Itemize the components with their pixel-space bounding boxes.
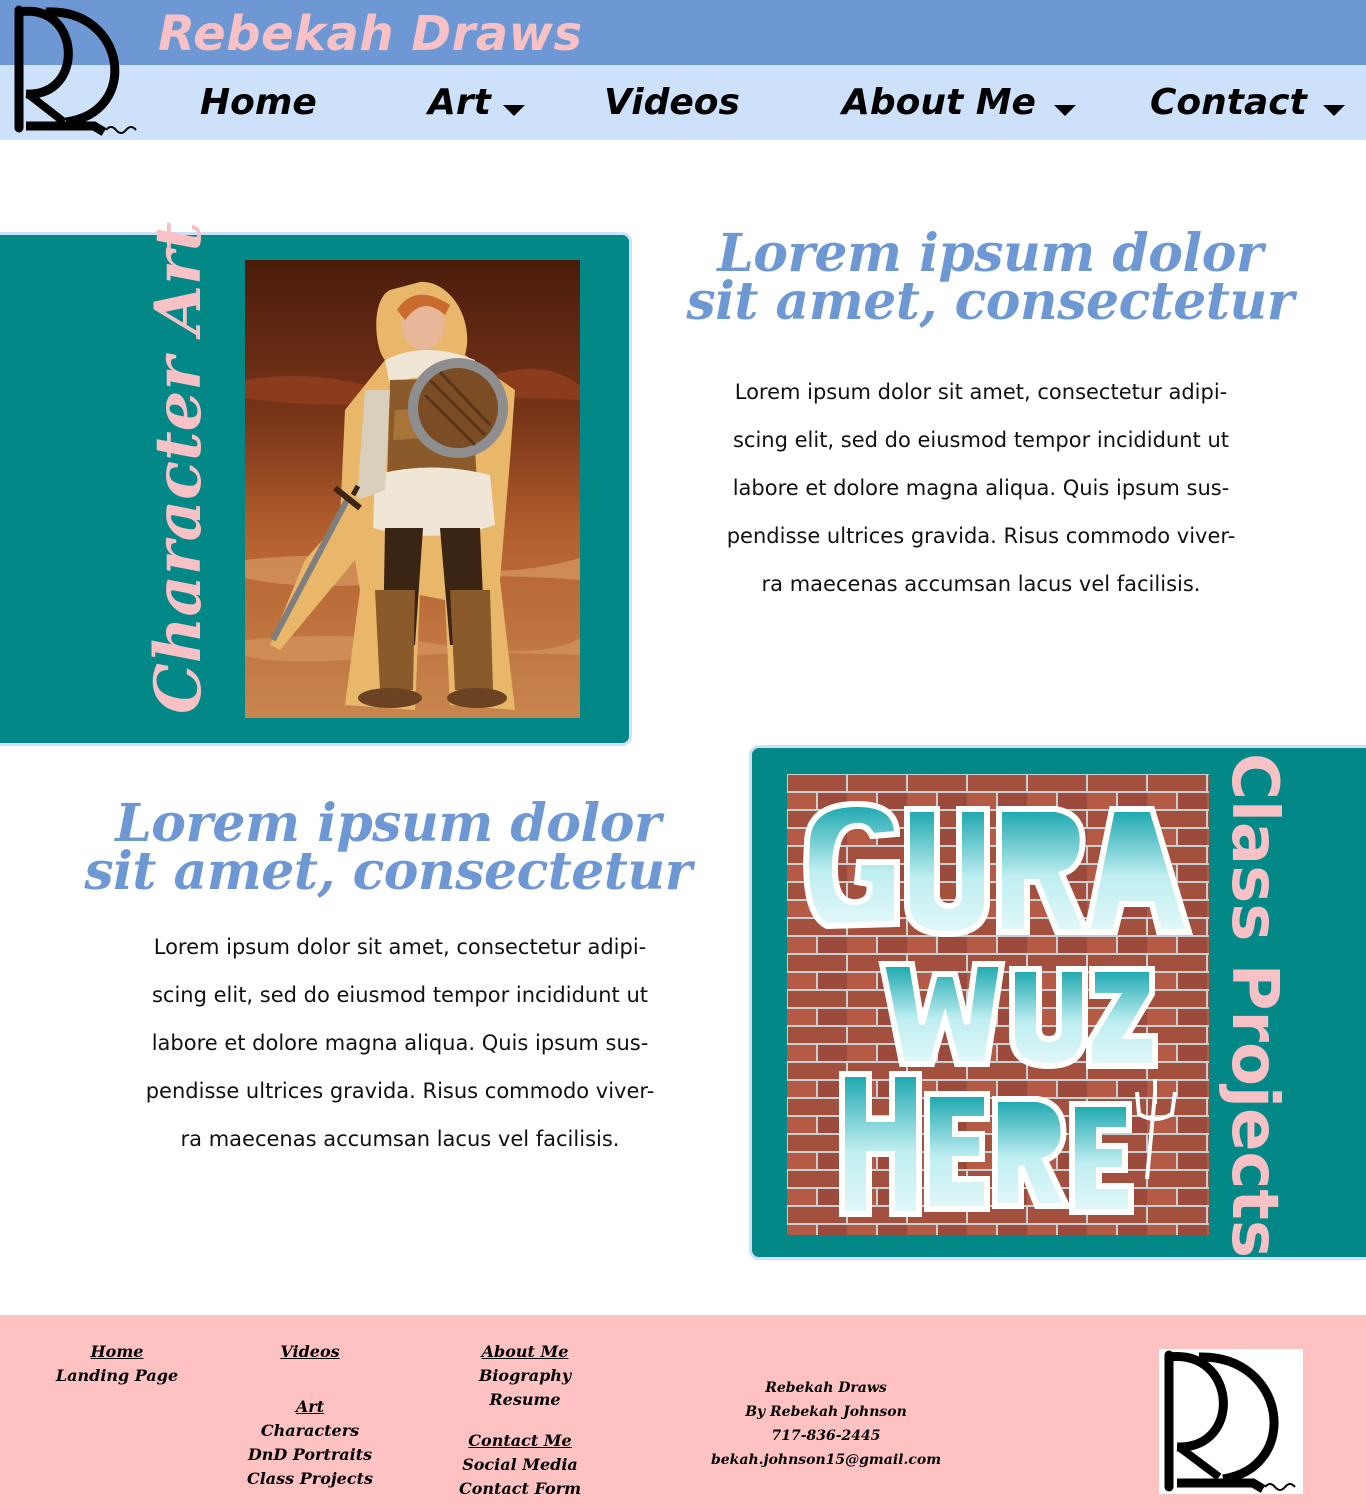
footer-about-me-link[interactable]: About Me [442, 1340, 608, 1364]
footer-characters-link[interactable]: Characters [232, 1419, 388, 1443]
section-1-body: Lorem ipsum dolor sit amet, consectetur … [680, 368, 1282, 608]
nav-art-label: Art [428, 81, 491, 123]
footer-social-media-link[interactable]: Social Media [432, 1453, 608, 1477]
footer-videos-art-column: Videos Art Characters DnD Portraits Clas… [232, 1340, 388, 1491]
footer-home-link[interactable]: Home [40, 1340, 194, 1364]
footer-dnd-portraits-link[interactable]: DnD Portraits [232, 1443, 388, 1467]
section-1-heading-line2: sit amet, consectetur [686, 271, 1294, 332]
section-1-body-line: pendisse ultrices gravida. Risus commodo… [726, 524, 1236, 548]
section-2-body-line: scing elit, sed do eiusmod tempor incidi… [151, 983, 649, 1007]
rd-logo-footer [1159, 1349, 1303, 1494]
section-2-body-line: ra maecenas accumsan lacus vel facilisis… [180, 1127, 620, 1151]
footer-class-projects-link[interactable]: Class Projects [232, 1467, 388, 1491]
character-art-label[interactable]: Character Art [141, 222, 216, 714]
section-1-body-line: ra maecenas accumsan lacus vel facilisis… [761, 572, 1201, 596]
section-2-heading: Lorem ipsum dolor sit amet, consectetur [78, 798, 698, 902]
section-2-body-line: Lorem ipsum dolor sit amet, consectetur … [153, 935, 647, 959]
footer-contact-me-link[interactable]: Contact Me [432, 1429, 608, 1453]
footer-videos-link[interactable]: Videos [232, 1340, 388, 1364]
footer-landing-page-link[interactable]: Landing Page [40, 1364, 194, 1388]
chevron-down-icon [502, 104, 525, 116]
footer-site-name: Rebekah Draws [765, 1380, 887, 1396]
footer-contact-info: Rebekah Draws By Rebekah Johnson 717-836… [690, 1376, 962, 1472]
section-1-body-line: Lorem ipsum dolor sit amet, consectetur … [734, 380, 1228, 404]
nav-contact-label: Contact [1150, 81, 1307, 123]
nav-home-label: Home [200, 81, 317, 123]
section-1-body-line: scing elit, sed do eiusmod tempor incidi… [732, 428, 1230, 452]
footer-contact-form-link[interactable]: Contact Form [432, 1477, 608, 1501]
nav-home[interactable]: Home [200, 78, 317, 126]
nav-about-me[interactable]: About Me [842, 78, 1076, 126]
nav-contact[interactable]: Contact [1150, 78, 1345, 126]
footer-phone: 717-836-2445 [771, 1428, 881, 1444]
footer-resume-link[interactable]: Resume [442, 1388, 608, 1412]
footer-home-column: Home Landing Page [40, 1340, 194, 1388]
nav-art[interactable]: Art [428, 78, 525, 126]
footer-author: By Rebekah Johnson [745, 1404, 907, 1420]
character-art-image[interactable] [245, 260, 580, 718]
section-2-body: Lorem ipsum dolor sit amet, consectetur … [100, 923, 700, 1163]
footer-art-link[interactable]: Art [232, 1395, 388, 1419]
nav-about-label: About Me [842, 81, 1036, 123]
footer-about-contact-column: About Me Biography Resume Contact Me Soc… [442, 1340, 608, 1501]
nav-videos[interactable]: Videos [604, 78, 740, 126]
class-projects-label[interactable]: Class Projects [1217, 753, 1291, 1258]
section-1-body-line: labore et dolore magna aliqua. Quis ipsu… [732, 476, 1230, 500]
section-2-body-line: labore et dolore magna aliqua. Quis ipsu… [151, 1031, 649, 1055]
section-2-heading-line2: sit amet, consectetur [84, 841, 692, 902]
class-projects-image[interactable] [787, 774, 1209, 1235]
rd-logo[interactable] [6, 2, 142, 136]
section-2-body-line: pendisse ultrices gravida. Risus commodo… [145, 1079, 655, 1103]
chevron-down-icon [1322, 104, 1345, 116]
nav-videos-label: Videos [604, 81, 740, 123]
site-title[interactable]: Rebekah Draws [158, 6, 583, 62]
section-1-heading: Lorem ipsum dolor sit amet, consectetur [680, 228, 1300, 332]
chevron-down-icon [1053, 104, 1076, 116]
footer-email[interactable]: bekah.johnson15@gmail.com [690, 1448, 962, 1472]
footer-biography-link[interactable]: Biography [442, 1364, 608, 1388]
